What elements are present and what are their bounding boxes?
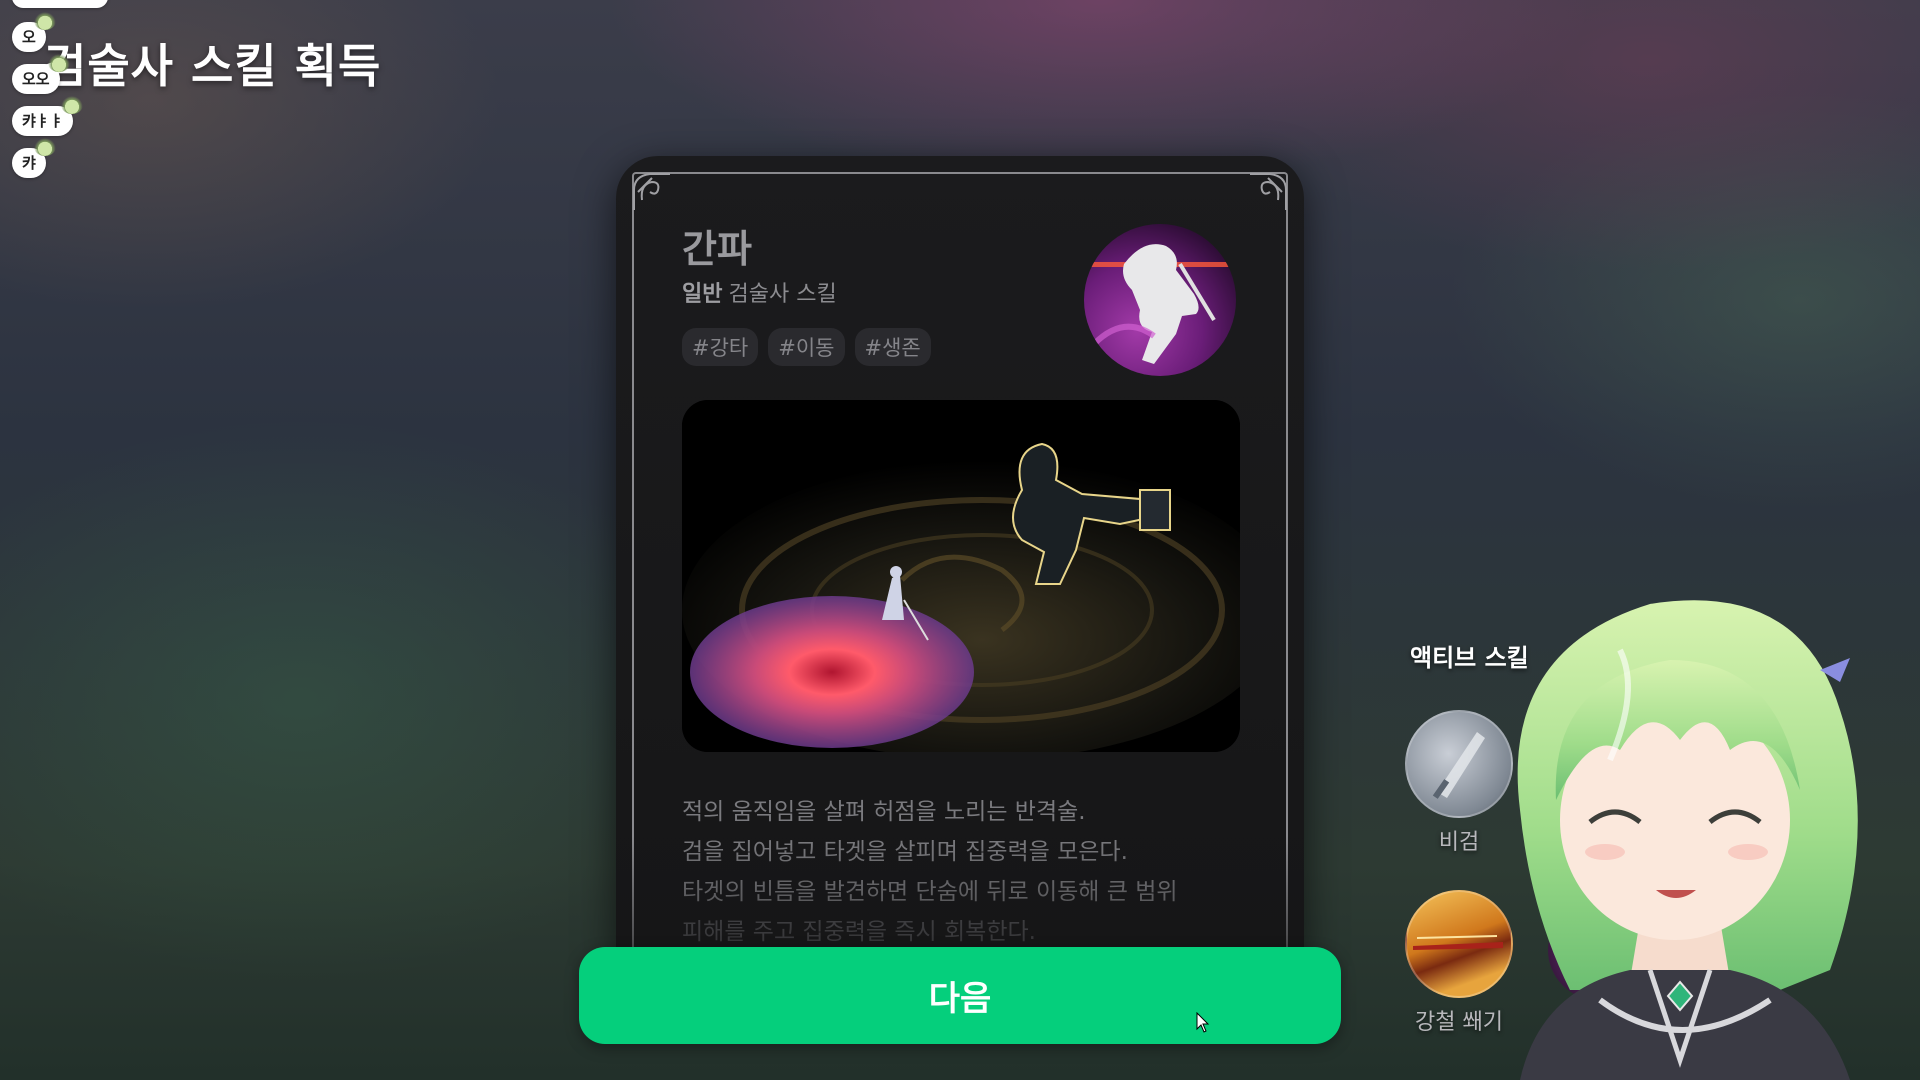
next-button[interactable]: 다음	[579, 947, 1341, 1044]
skill-portrait-icon	[1084, 224, 1236, 376]
skill-preview-image	[682, 400, 1240, 752]
chat-bubble	[12, 0, 108, 8]
page-title: 검술사 스킬 획득	[44, 39, 382, 93]
skill-type: 일반 검술사 스킬	[682, 276, 837, 308]
chat-text: 오오	[22, 70, 50, 88]
skill-tag: #이동	[768, 328, 845, 366]
skill-description: 적의 움직임을 살펴 허점을 노리는 반격술. 검을 집어넣고 타겟을 살피며 …	[682, 792, 1252, 952]
description-line: 적의 움직임을 살펴 허점을 노리는 반격술.	[682, 799, 1086, 825]
streamer-avatar	[1517, 600, 1858, 1080]
skill-class: 검술사 스킬	[728, 282, 837, 307]
description-line: 피해를 주고 집중력을 즉시 회복한다.	[682, 919, 1036, 945]
corner-ornament-icon	[1250, 173, 1287, 210]
chat-text: 캬ㅑㅑ	[22, 112, 64, 130]
chat-bubble: 오오	[12, 54, 70, 94]
emote-icon	[33, 138, 56, 156]
emote-icon	[33, 12, 56, 30]
corner-ornament-icon	[633, 173, 670, 210]
swordsman-figure-icon	[1084, 244, 1236, 364]
skill-tag: #생존	[854, 328, 931, 366]
skill-tags: #강타 #이동 #생존	[682, 328, 931, 366]
skill-tag: #강타	[682, 328, 759, 366]
chat-bubble: 오	[12, 12, 56, 52]
description-line: 검을 집어넣고 타겟을 살피며 집중력을 모은다.	[682, 839, 1128, 865]
chat-bubble: 캬	[12, 138, 56, 178]
mouse-cursor-icon	[1196, 1012, 1210, 1033]
chat-text: 오	[22, 28, 36, 46]
skill-rarity: 일반	[682, 282, 723, 307]
skill-name: 간파	[682, 227, 752, 271]
emote-icon	[47, 54, 70, 72]
description-line: 타겟의 빈틈을 발견하면 단숨에 뒤로 이동해 큰 범위	[682, 879, 1178, 905]
chat-bubble: 캬ㅑㅑ	[12, 96, 84, 136]
emote-icon	[61, 96, 84, 114]
chat-text: 캬	[22, 154, 36, 172]
skill-card: 간파 일반 검술사 스킬 #강타 #이동 #생존 적의 움직임을 살펴 허점을 …	[616, 156, 1304, 956]
